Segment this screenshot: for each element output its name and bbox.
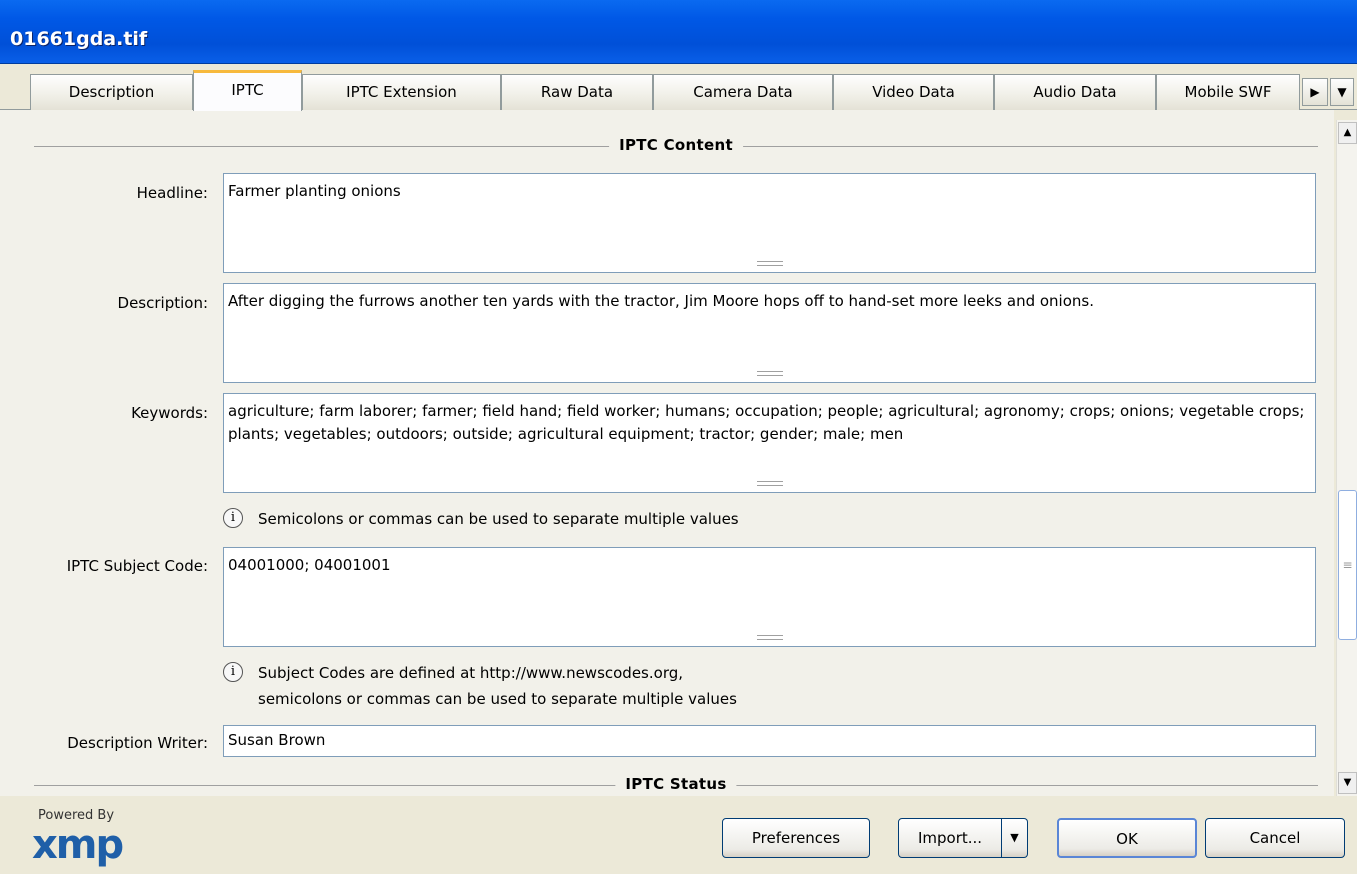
tab-strip: Description IPTC IPTC Extension Raw Data… [0,64,1357,111]
keywords-field[interactable]: agriculture; farm laborer; farmer; field… [223,393,1316,493]
description-writer-field[interactable]: Susan Brown [223,725,1316,757]
resize-grip-icon[interactable] [756,481,783,486]
triangle-right-icon[interactable]: ▶ [1302,78,1328,106]
info-icon: i [223,508,243,528]
subject-code-value: 04001000; 04001001 [228,556,391,574]
section-iptc-status: IPTC Status [34,775,1318,795]
iptc-panel: IPTC Content Headline: Farmer planting o… [0,110,1334,796]
tab-video-data[interactable]: Video Data [833,74,994,110]
description-writer-label: Description Writer: [67,734,208,752]
keywords-label: Keywords: [131,404,208,422]
tab-audio-data[interactable]: Audio Data [994,74,1156,110]
cancel-button[interactable]: Cancel [1205,818,1345,858]
keywords-hint: Semicolons or commas can be used to sepa… [258,510,739,528]
window-title: 01661gda.tif [10,28,148,50]
headline-field[interactable]: Farmer planting onions [223,173,1316,273]
tab-camera-data[interactable]: Camera Data [653,74,833,110]
resize-grip-icon[interactable] [756,261,783,266]
description-label: Description: [117,294,208,312]
import-button[interactable]: Import... [898,818,1002,858]
section-title: IPTC Content [609,136,743,154]
section-iptc-content: IPTC Content [34,136,1318,156]
title-bar[interactable]: 01661gda.tif [0,0,1357,64]
tab-iptc[interactable]: IPTC [193,70,302,111]
keywords-value: agriculture; farm laborer; farmer; field… [228,402,1305,443]
tab-mobile-swf[interactable]: Mobile SWF [1156,74,1300,110]
subject-code-label: IPTC Subject Code: [66,557,208,575]
powered-by-label: Powered By [38,808,115,823]
description-field[interactable]: After digging the furrows another ten ya… [223,283,1316,383]
dialog-footer: Powered By xmp Preferences Import... ▼ O… [0,796,1357,874]
scroll-thumb[interactable]: ≡ [1338,490,1357,640]
chevron-down-icon[interactable]: ▼ [1002,818,1028,858]
preferences-button[interactable]: Preferences [722,818,870,858]
ok-button[interactable]: OK [1057,818,1197,858]
triangle-down-icon[interactable]: ▼ [1330,78,1354,106]
scroll-down-icon[interactable]: ▼ [1338,772,1357,794]
tab-raw-data[interactable]: Raw Data [501,74,653,110]
info-icon: i [223,662,243,682]
vertical-scrollbar[interactable]: ▲ ≡ ▼ [1336,120,1357,796]
description-writer-value: Susan Brown [228,731,326,749]
tab-description[interactable]: Description [30,74,193,110]
xmp-logo: xmp [32,822,124,868]
headline-value: Farmer planting onions [228,182,401,200]
description-value: After digging the furrows another ten ya… [228,292,1094,310]
subject-code-field[interactable]: 04001000; 04001001 [223,547,1316,647]
resize-grip-icon[interactable] [756,635,783,640]
headline-label: Headline: [136,184,208,202]
scroll-up-icon[interactable]: ▲ [1338,122,1357,144]
tab-iptc-extension[interactable]: IPTC Extension [302,74,501,110]
subject-hint-line2: semicolons or commas can be used to sepa… [258,690,737,708]
section-title: IPTC Status [615,775,737,793]
resize-grip-icon[interactable] [756,371,783,376]
subject-hint-line1: Subject Codes are defined at http://www.… [258,664,684,682]
